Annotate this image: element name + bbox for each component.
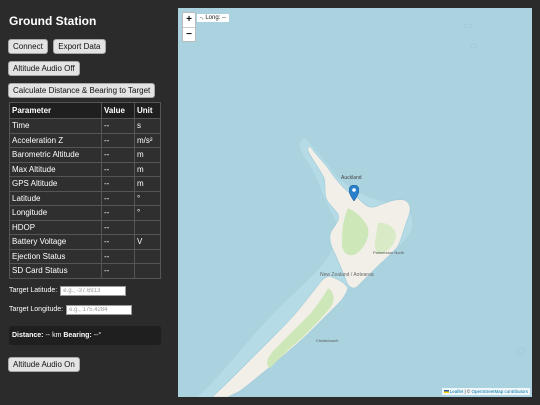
table-row: Battery Voltage -- V bbox=[9, 234, 161, 250]
unit-cell: m bbox=[134, 161, 161, 177]
param-cell: HDOP bbox=[9, 219, 102, 235]
unit-cell bbox=[134, 248, 161, 264]
param-cell: Barometric Altitude bbox=[9, 147, 102, 163]
column-header-parameter: Parameter bbox=[9, 102, 102, 119]
table-row: GPS Altitude -- m bbox=[9, 176, 161, 192]
island-outline bbox=[463, 23, 473, 29]
param-cell: Acceleration Z bbox=[9, 132, 102, 148]
connect-button[interactable]: Connect bbox=[8, 39, 48, 54]
table-row: HDOP -- bbox=[9, 219, 161, 235]
telemetry-table: Parameter Value Unit Time -- s Acceleratio… bbox=[9, 102, 161, 279]
unit-cell bbox=[134, 263, 161, 279]
value-cell: -- bbox=[101, 147, 135, 163]
map-view[interactable]: Auckland New Zealand / Aotearoa Palmerst… bbox=[178, 8, 532, 397]
leaflet-link[interactable]: Leaflet bbox=[450, 389, 464, 394]
toolbar-row-3: Calculate Distance & Bearing to Target bbox=[8, 80, 160, 98]
sidebar: Ground Station Connect Export Data Altit… bbox=[0, 0, 168, 405]
table-header-row: Parameter Value Unit bbox=[9, 102, 161, 119]
distance-label: Distance: bbox=[12, 331, 44, 339]
value-cell: -- bbox=[101, 234, 135, 250]
value-cell: -- bbox=[101, 190, 135, 206]
bearing-value: --° bbox=[93, 331, 102, 339]
island-outline bbox=[516, 347, 526, 355]
target-longitude-input[interactable] bbox=[66, 304, 133, 315]
altitude-audio-on-button[interactable]: Altitude Audio On bbox=[8, 356, 80, 372]
map-tiles: Auckland New Zealand / Aotearoa Palmerst… bbox=[198, 23, 526, 397]
unit-cell: m/s² bbox=[134, 132, 161, 148]
table-row: SD Card Status -- bbox=[9, 263, 161, 279]
target-longitude-row: Target Longitude: bbox=[9, 304, 160, 316]
distance-value: -- km bbox=[45, 331, 62, 339]
altitude-audio-off-button[interactable]: Altitude Audio Off bbox=[8, 61, 80, 76]
value-cell: -- bbox=[101, 176, 135, 192]
param-cell: GPS Altitude bbox=[9, 176, 102, 192]
unit-cell: ° bbox=[134, 205, 161, 221]
target-latitude-row: Target Latitude: bbox=[9, 285, 160, 297]
calculate-distance-bearing-button[interactable]: Calculate Distance & Bearing to Target bbox=[8, 83, 156, 98]
target-longitude-label: Target Longitude: bbox=[9, 306, 64, 313]
unit-cell: V bbox=[134, 234, 161, 250]
value-cell: -- bbox=[101, 263, 135, 279]
bottom-row: Altitude Audio On bbox=[8, 354, 160, 372]
param-cell: Latitude bbox=[9, 190, 102, 206]
target-latitude-label: Target Latitude: bbox=[9, 287, 58, 294]
toolbar-row-1: Connect Export Data bbox=[8, 36, 160, 54]
value-cell: -- bbox=[101, 161, 135, 177]
bearing-label: Bearing: bbox=[63, 331, 92, 339]
param-cell: Time bbox=[9, 118, 102, 134]
table-row: Latitude -- ° bbox=[9, 190, 161, 206]
place-label-palmerston-north: Palmerston North bbox=[373, 250, 404, 255]
zoom-in-button[interactable]: + bbox=[183, 13, 195, 27]
place-label-new-zealand: New Zealand / Aotearoa bbox=[320, 272, 374, 278]
shelf-water bbox=[198, 138, 413, 397]
export-data-button[interactable]: Export Data bbox=[53, 39, 106, 54]
unit-cell: s bbox=[134, 118, 161, 134]
table-row: Ejection Status -- bbox=[9, 248, 161, 264]
distance-bearing-result: Distance: -- km Bearing: --° bbox=[9, 325, 161, 345]
zoom-control: + − bbox=[182, 12, 196, 42]
param-cell: Max Altitude bbox=[9, 161, 102, 177]
place-label-christchurch: Christchurch bbox=[316, 338, 338, 343]
table-row: Longitude -- ° bbox=[9, 205, 161, 221]
zoom-out-button[interactable]: − bbox=[183, 27, 195, 41]
value-cell: -- bbox=[101, 219, 135, 235]
island-outline bbox=[470, 43, 478, 49]
param-cell: Ejection Status bbox=[9, 248, 102, 264]
value-cell: -- bbox=[101, 205, 135, 221]
unit-cell bbox=[134, 219, 161, 235]
table-row: Barometric Altitude -- m bbox=[9, 147, 161, 163]
place-label-auckland: Auckland bbox=[341, 175, 362, 181]
table-row: Max Altitude -- m bbox=[9, 161, 161, 177]
map-attribution: Leaflet | © OpenStreetMap contributors bbox=[441, 388, 530, 395]
param-cell: Battery Voltage bbox=[9, 234, 102, 250]
param-cell: Longitude bbox=[9, 205, 102, 221]
column-header-unit: Unit bbox=[134, 102, 161, 119]
value-cell: -- bbox=[101, 132, 135, 148]
target-latitude-input[interactable] bbox=[60, 285, 127, 296]
value-cell: -- bbox=[101, 248, 135, 264]
ukraine-flag-icon bbox=[443, 390, 449, 394]
coordinates-readout: -, Long: -- bbox=[197, 14, 230, 22]
param-cell: SD Card Status bbox=[9, 263, 102, 279]
unit-cell: ° bbox=[134, 190, 161, 206]
table-row: Time -- s bbox=[9, 118, 161, 134]
unit-cell: m bbox=[134, 147, 161, 163]
map-marker-icon[interactable] bbox=[349, 185, 359, 201]
column-header-value: Value bbox=[101, 102, 135, 119]
page-title: Ground Station bbox=[9, 14, 97, 28]
toolbar-row-2: Altitude Audio Off bbox=[8, 58, 160, 76]
value-cell: -- bbox=[101, 118, 135, 134]
unit-cell: m bbox=[134, 176, 161, 192]
osm-link[interactable]: OpenStreetMap contributors bbox=[471, 389, 528, 394]
table-row: Acceleration Z -- m/s² bbox=[9, 132, 161, 148]
